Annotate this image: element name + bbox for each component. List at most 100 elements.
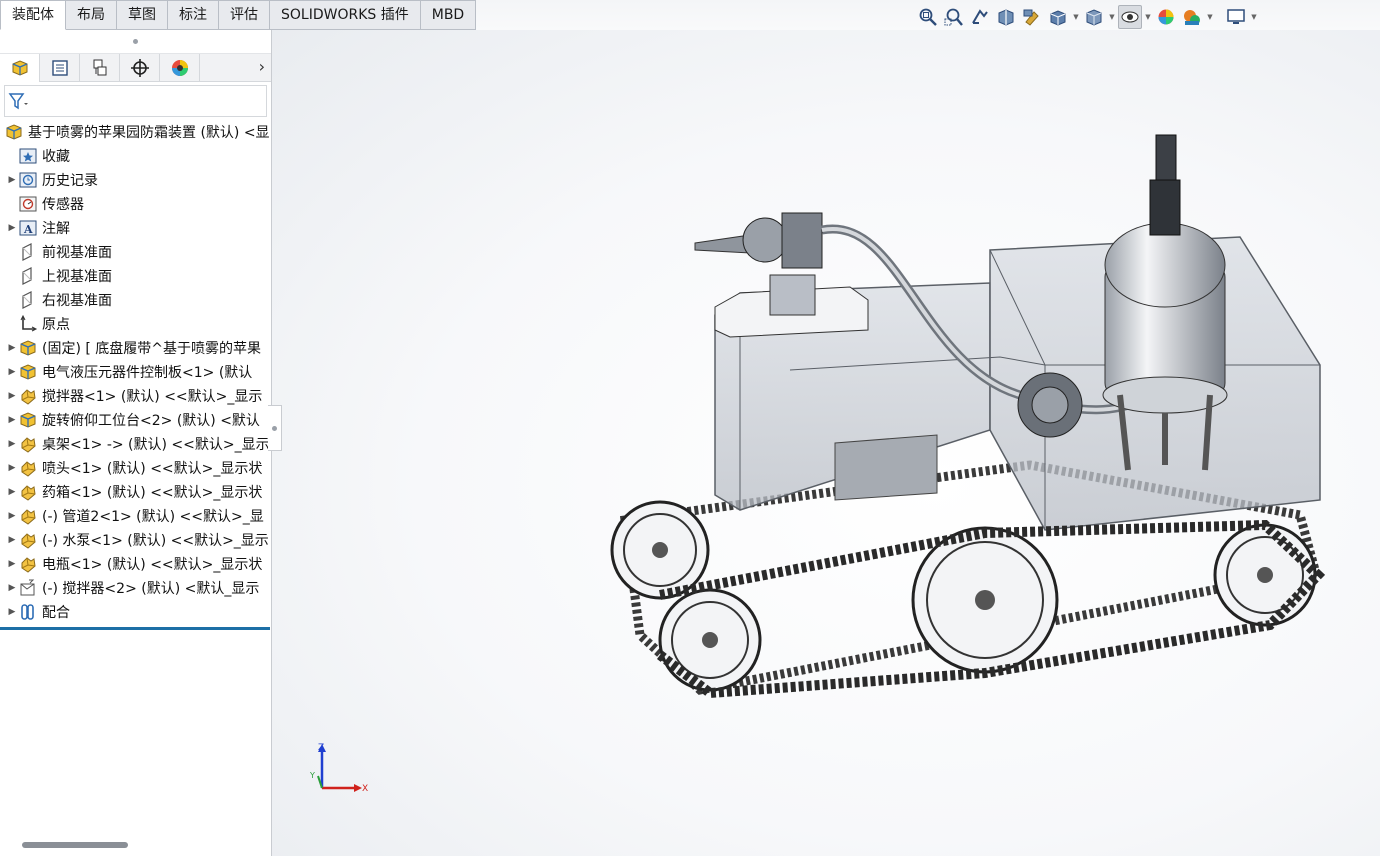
subassembly-icon bbox=[18, 410, 38, 430]
display-manager-icon[interactable] bbox=[160, 53, 200, 82]
favorites-icon bbox=[18, 146, 38, 166]
tree-filter[interactable] bbox=[4, 85, 267, 117]
tree-item[interactable]: ▶ 电气液压元器件控制板<1> (默认 bbox=[0, 360, 271, 384]
tree-item-label: 上视基准面 bbox=[42, 269, 112, 285]
tab-layout[interactable]: 布局 bbox=[66, 0, 117, 30]
tab-sketch[interactable]: 草图 bbox=[117, 0, 168, 30]
tab-evaluate[interactable]: 评估 bbox=[219, 0, 270, 30]
previous-view-icon[interactable] bbox=[968, 5, 992, 29]
propertymanager-icon[interactable] bbox=[40, 53, 80, 82]
tree-item[interactable]: ▶ (固定) [ 底盘履带^基于喷雾的苹果 bbox=[0, 336, 271, 360]
mates-icon bbox=[18, 602, 38, 622]
expand-arrow-icon[interactable]: ▶ bbox=[6, 367, 18, 377]
tree-item-label: (-) 水泵<1> (默认) <<默认>_显示 bbox=[42, 533, 269, 549]
history-icon bbox=[18, 170, 38, 190]
tree-item-label: 旋转俯仰工位台<2> (默认) <默认 bbox=[42, 413, 260, 429]
view-orientation-icon[interactable] bbox=[1046, 5, 1070, 29]
expand-arrow-icon[interactable]: ▶ bbox=[6, 607, 18, 617]
chevron-down-icon[interactable]: ▼ bbox=[1250, 13, 1258, 21]
expand-arrow-icon[interactable]: ▶ bbox=[6, 463, 18, 473]
tree-root-assembly[interactable]: 基于喷雾的苹果园防霜装置 (默认) <显 bbox=[0, 120, 271, 144]
dimxpert-icon[interactable] bbox=[120, 53, 160, 82]
expand-arrow-icon[interactable]: ▶ bbox=[6, 439, 18, 449]
panel-grip[interactable] bbox=[0, 30, 271, 54]
heads-up-view-toolbar: ▼ ▼ ▼ ▼ ▼ bbox=[916, 4, 1258, 30]
assembly-model-render[interactable] bbox=[600, 125, 1330, 710]
edit-appearance-icon[interactable] bbox=[1154, 5, 1178, 29]
tree-item[interactable]: ▶ 历史记录 bbox=[0, 168, 271, 192]
tree-item[interactable]: ▶上视基准面 bbox=[0, 264, 271, 288]
tab-solidworks-addins[interactable]: SOLIDWORKS 插件 bbox=[270, 0, 421, 30]
tree-item[interactable]: ▶ (-) 管道2<1> (默认) <<默认>_显 bbox=[0, 504, 271, 528]
expand-arrow-icon[interactable]: ▶ bbox=[6, 415, 18, 425]
axis-y-label: Y bbox=[309, 771, 315, 780]
chevron-down-icon[interactable]: ▼ bbox=[1072, 13, 1080, 21]
section-view-icon[interactable] bbox=[994, 5, 1018, 29]
tree-item-label: 前视基准面 bbox=[42, 245, 112, 261]
tree-item-label: 注解 bbox=[42, 221, 70, 237]
chevron-down-icon[interactable]: ▼ bbox=[1108, 13, 1116, 21]
expand-arrow-icon[interactable]: ▶ bbox=[6, 487, 18, 497]
zoom-to-area-icon[interactable] bbox=[942, 5, 966, 29]
tree-item[interactable]: ▶收藏 bbox=[0, 144, 271, 168]
part-icon bbox=[18, 506, 38, 526]
plane-icon bbox=[18, 266, 38, 286]
display-style-icon[interactable] bbox=[1082, 5, 1106, 29]
expand-arrow-icon[interactable]: ▶ bbox=[6, 343, 18, 353]
tree-item[interactable]: ▶前视基准面 bbox=[0, 240, 271, 264]
tree-item[interactable]: ▶ A 注解 bbox=[0, 216, 271, 240]
tab-markup[interactable]: 标注 bbox=[168, 0, 219, 30]
panel-splitter-handle[interactable] bbox=[268, 405, 282, 451]
expand-arrow-icon[interactable]: ▶ bbox=[6, 583, 18, 593]
tree-item-label: 电瓶<1> (默认) <<默认>_显示状 bbox=[42, 557, 263, 573]
tree-item-label: (-) 管道2<1> (默认) <<默认>_显 bbox=[42, 509, 264, 525]
expand-arrow-icon[interactable]: ▶ bbox=[6, 391, 18, 401]
tree-item[interactable]: ▶ 搅拌器<1> (默认) <<默认>_显示 bbox=[0, 384, 271, 408]
part-icon bbox=[18, 530, 38, 550]
tree-item-label: 配合 bbox=[42, 605, 70, 621]
view-settings-icon[interactable] bbox=[1224, 5, 1248, 29]
tree-item[interactable]: ▶传感器 bbox=[0, 192, 271, 216]
tree-item-label: 电气液压元器件控制板<1> (默认 bbox=[42, 365, 253, 381]
chevron-down-icon[interactable]: ▼ bbox=[1206, 13, 1214, 21]
expand-arrow-icon[interactable]: ▶ bbox=[6, 535, 18, 545]
subassembly-icon bbox=[18, 362, 38, 382]
filter-icon[interactable] bbox=[8, 91, 30, 111]
chevron-down-icon[interactable]: ▼ bbox=[1144, 13, 1152, 21]
tree-item-label: 原点 bbox=[42, 317, 70, 333]
tree-item[interactable]: ▶ (-) 搅拌器<2> (默认) <默认_显示 bbox=[0, 576, 271, 600]
chevron-right-icon[interactable]: › bbox=[259, 57, 265, 76]
hide-show-items-icon[interactable] bbox=[1118, 5, 1142, 29]
tree-item[interactable]: ▶ 旋转俯仰工位台<2> (默认) <默认 bbox=[0, 408, 271, 432]
apply-scene-icon[interactable] bbox=[1180, 5, 1204, 29]
axis-z-label: Z bbox=[318, 743, 324, 753]
tree-item[interactable]: ▶ 电瓶<1> (默认) <<默认>_显示状 bbox=[0, 552, 271, 576]
tree-item[interactable]: ▶ 喷头<1> (默认) <<默认>_显示状 bbox=[0, 456, 271, 480]
featuremanager-icon[interactable] bbox=[0, 53, 40, 82]
part-icon bbox=[18, 386, 38, 406]
zoom-to-fit-icon[interactable] bbox=[916, 5, 940, 29]
axis-x-label: X bbox=[362, 784, 368, 794]
tree-item[interactable]: ▶ (-) 水泵<1> (默认) <<默认>_显示 bbox=[0, 528, 271, 552]
tree-item[interactable]: ▶原点 bbox=[0, 312, 271, 336]
tree-item-label: (-) 搅拌器<2> (默认) <默认_显示 bbox=[42, 581, 260, 597]
tab-assembly[interactable]: 装配体 bbox=[0, 0, 66, 30]
feature-manager-panel: › 基于喷雾的苹果园防霜装置 (默认) <显 ▶收藏▶历史记录▶传感器▶A注解▶… bbox=[0, 30, 272, 856]
configurationmanager-icon[interactable] bbox=[80, 53, 120, 82]
tree-item-label: 传感器 bbox=[42, 197, 84, 213]
dynamic-annotation-icon[interactable] bbox=[1020, 5, 1044, 29]
tab-mbd[interactable]: MBD bbox=[420, 0, 477, 30]
plane-icon bbox=[18, 242, 38, 262]
tree-item[interactable]: ▶ 桌架<1> -> (默认) <<默认>_显示 bbox=[0, 432, 271, 456]
tree-item[interactable]: ▶ 药箱<1> (默认) <<默认>_显示状 bbox=[0, 480, 271, 504]
expand-arrow-icon[interactable]: ▶ bbox=[6, 223, 18, 233]
expand-arrow-icon[interactable]: ▶ bbox=[6, 511, 18, 521]
tree-item[interactable]: ▶ 配合 bbox=[0, 600, 271, 624]
tree-item[interactable]: ▶右视基准面 bbox=[0, 288, 271, 312]
reference-triad: Z X Y bbox=[309, 743, 368, 794]
expand-arrow-icon[interactable]: ▶ bbox=[6, 175, 18, 185]
feature-manager-tabs: › bbox=[0, 53, 271, 82]
horizontal-scrollbar[interactable] bbox=[22, 842, 128, 848]
svg-text:A: A bbox=[23, 223, 33, 236]
expand-arrow-icon[interactable]: ▶ bbox=[6, 559, 18, 569]
